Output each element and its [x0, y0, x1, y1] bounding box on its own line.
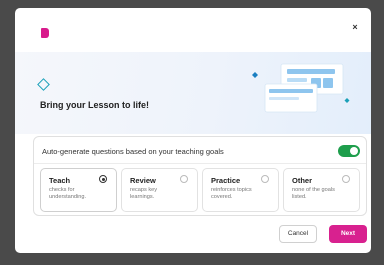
goals-modal: × Bring your Lesson to life! Auto-genera… [15, 8, 371, 253]
goal-option-title: Other [292, 176, 313, 185]
goal-option-review[interactable]: Review recaps key learnings. [121, 168, 198, 212]
goal-option-description: reinforces topics covered. [211, 187, 252, 200]
sparkle-icon [37, 78, 50, 91]
auto-generate-panel: Auto-generate questions based on your te… [33, 136, 367, 216]
goal-option-teach[interactable]: Teach checks for understanding. [40, 168, 117, 212]
brand-logo-icon [41, 28, 49, 38]
next-button[interactable]: Next [329, 225, 367, 243]
divider [34, 163, 366, 164]
goal-option-title: Teach [49, 176, 71, 185]
goal-option-title: Review [130, 176, 156, 185]
goal-options: Teach checks for understanding. Review r… [40, 168, 362, 212]
close-icon[interactable]: × [348, 20, 362, 34]
radio-icon[interactable] [261, 175, 269, 183]
toggle-knob [350, 147, 358, 155]
goal-option-practice[interactable]: Practice reinforces topics covered. [202, 168, 279, 212]
goal-option-title: Practice [211, 176, 241, 185]
cancel-button[interactable]: Cancel [279, 225, 317, 243]
goal-option-description: none of the goals listed. [292, 187, 335, 200]
auto-generate-toggle[interactable] [338, 145, 360, 157]
radio-icon[interactable] [342, 175, 350, 183]
auto-generate-label: Auto-generate questions based on your te… [42, 147, 224, 156]
radio-selected-icon[interactable] [99, 175, 107, 183]
goal-option-other[interactable]: Other none of the goals listed. [283, 168, 360, 212]
radio-icon[interactable] [180, 175, 188, 183]
hero-banner: Bring your Lesson to life! [15, 52, 371, 134]
lesson-illustration [252, 63, 350, 113]
hero-title: Bring your Lesson to life! [40, 100, 150, 110]
goal-option-description: checks for understanding. [49, 187, 87, 200]
goal-option-description: recaps key learnings. [130, 187, 158, 200]
